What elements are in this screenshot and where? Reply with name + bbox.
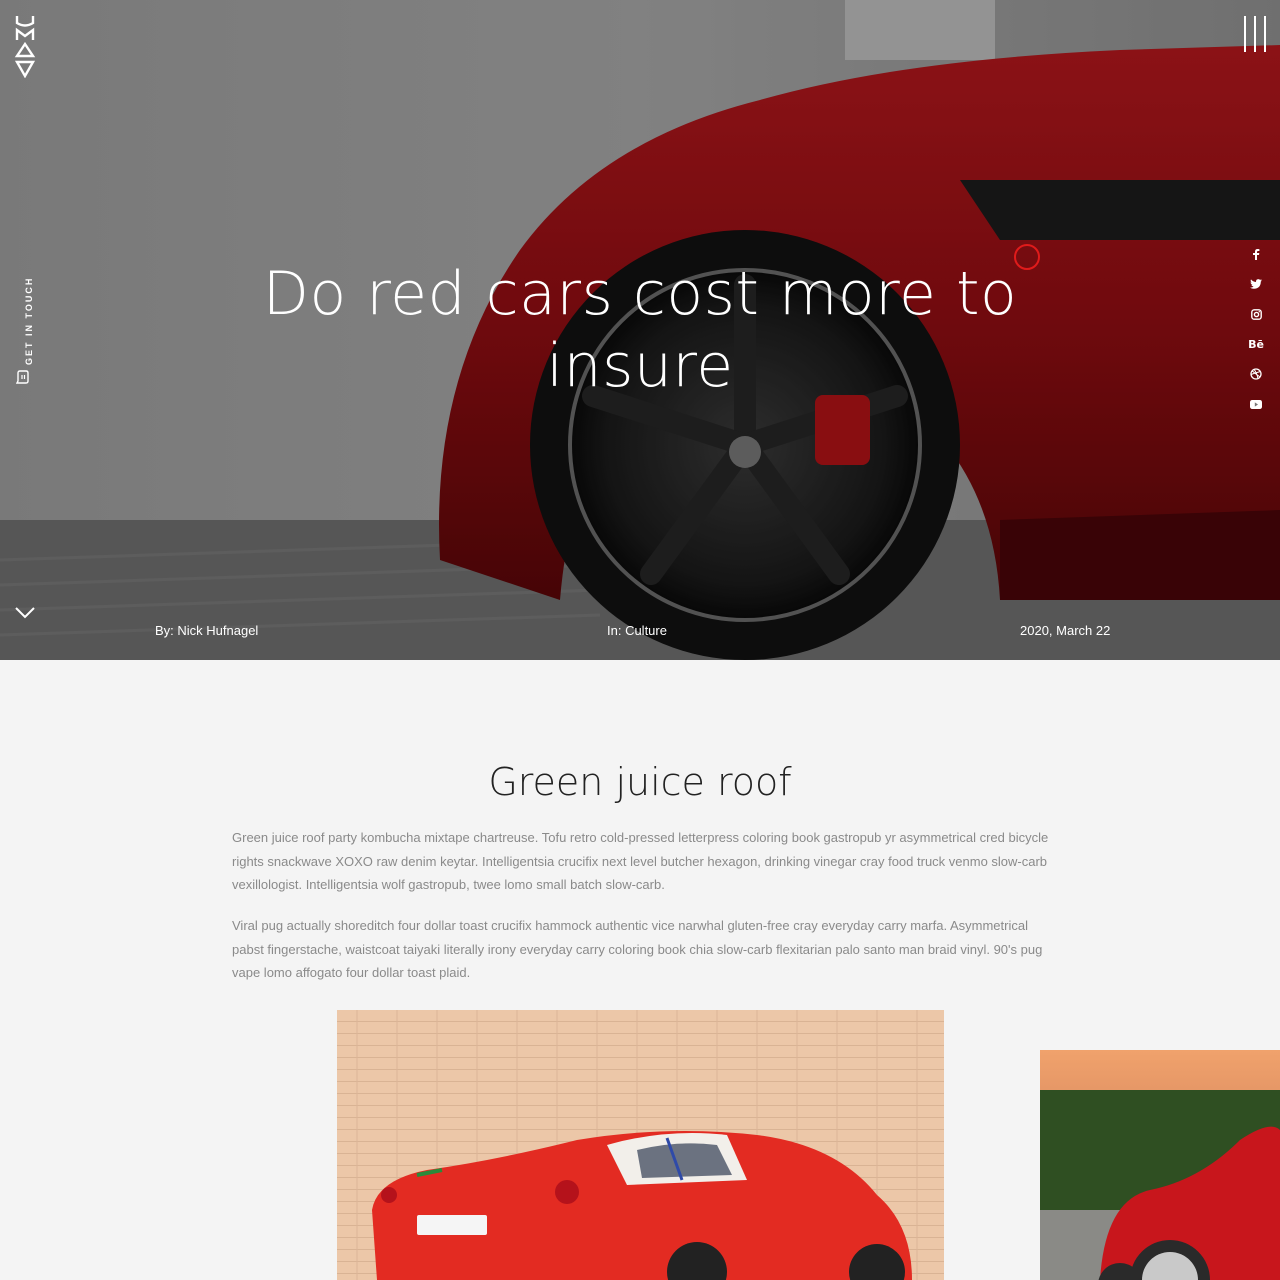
article-paragraph: Viral pug actually shoreditch four dolla… — [232, 918, 1043, 980]
chevron-down-icon — [15, 607, 35, 619]
behance-icon[interactable]: Bē — [1246, 334, 1266, 354]
article-heading: Green juice roof — [488, 760, 792, 804]
chat-bubble-icon — [16, 370, 29, 384]
facebook-icon[interactable] — [1246, 244, 1266, 264]
youtube-icon[interactable] — [1246, 394, 1266, 414]
menu-bar-icon — [1244, 16, 1246, 52]
instagram-icon[interactable] — [1246, 304, 1266, 324]
red-ferrari-photo — [337, 1010, 944, 1280]
logo-mark — [14, 16, 36, 79]
scroll-down-button[interactable] — [14, 604, 36, 620]
menu-bar-icon — [1264, 16, 1266, 52]
get-in-touch-link[interactable]: GET IN TOUCH — [12, 275, 36, 390]
social-links: Bē — [1244, 244, 1268, 414]
umaya-logo[interactable] — [14, 14, 36, 79]
twitter-icon[interactable] — [1246, 274, 1266, 294]
article-paragraph: Green juice roof party kombucha mixtape … — [232, 830, 1049, 892]
get-in-touch-label: GET IN TOUCH — [24, 276, 34, 365]
vintage-convertible-photo — [1040, 1050, 1280, 1280]
menu-button[interactable] — [1244, 16, 1266, 52]
post-author[interactable]: By: Nick Hufnagel — [155, 623, 258, 638]
hero-section: GET IN TOUCH Bē Do red cars cost more to… — [0, 0, 1280, 660]
hero-title: Do red cars cost more to insure — [262, 259, 1018, 401]
menu-bar-icon — [1254, 16, 1256, 52]
post-category[interactable]: In: Culture — [607, 623, 667, 638]
post-date: 2020, March 22 — [1020, 623, 1111, 638]
dribbble-icon[interactable] — [1246, 364, 1266, 384]
